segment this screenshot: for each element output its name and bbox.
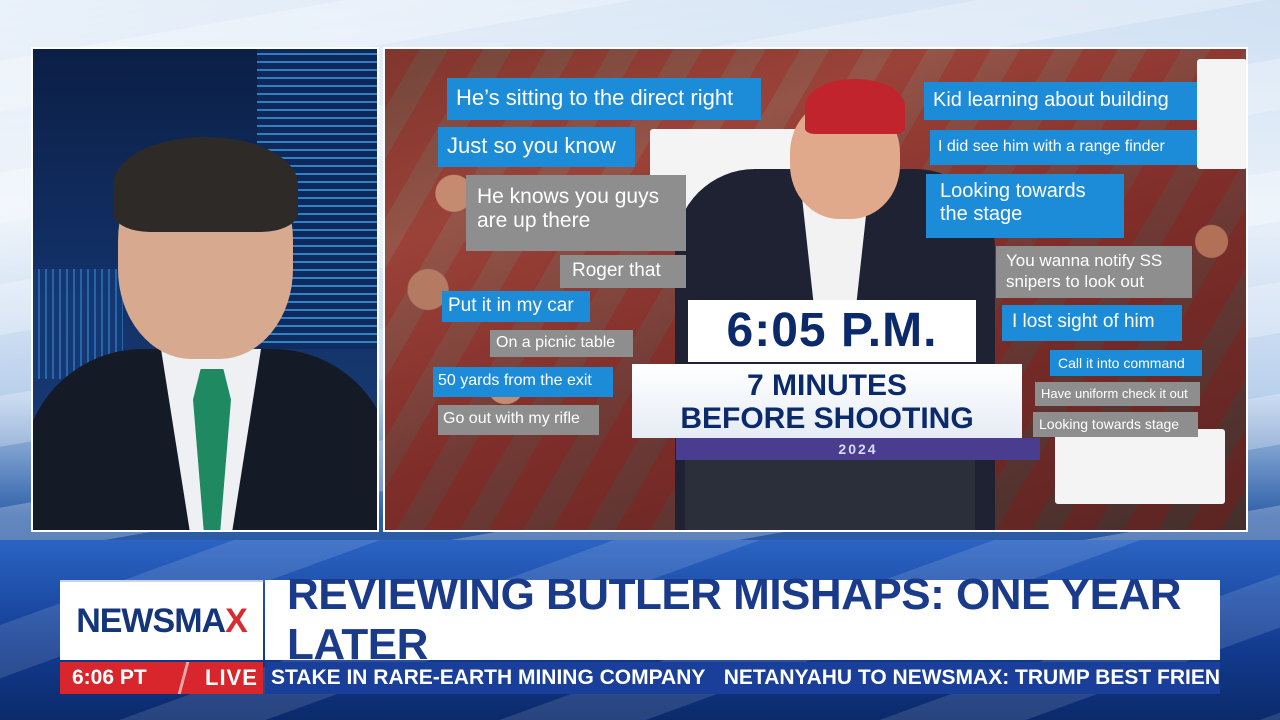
countdown-label: 7 MINUTES BEFORE SHOOTING [632, 364, 1022, 438]
chat-bubble: I did see him with a range finder [930, 130, 1197, 165]
chat-bubble: Have uniform check it out [1035, 382, 1200, 406]
protest-sign-corner [1197, 59, 1246, 169]
news-ticker: STAKE IN RARE-EARTH MINING COMPANY NETAN… [265, 662, 1220, 694]
live-badge: LIVE [205, 665, 258, 690]
anchor-video-panel [31, 47, 379, 532]
ticker-item: NETANYAHU TO NEWSMAX: TRUMP BEST FRIEN [723, 666, 1220, 689]
ticker-item: STAKE IN RARE-EARTH MINING COMPANY [271, 666, 706, 689]
chat-bubble: You wanna notify SS snipers to look out [996, 246, 1192, 298]
news-anchor [33, 49, 377, 530]
chat-bubble: Go out with my rifle [438, 405, 599, 435]
chat-bubble: Looking towards stage [1033, 412, 1198, 437]
newsmax-logo: NEWSMAX [60, 580, 263, 660]
headline-text: REVIEWING BUTLER MISHAPS: ONE YEAR LATER [287, 570, 1182, 669]
chat-bubble: Put it in my car [442, 291, 590, 322]
chat-bubble: Roger that [560, 255, 686, 288]
protest-sign-right [1055, 429, 1225, 504]
red-cap [805, 79, 905, 134]
chat-bubble: Looking towards the stage [926, 174, 1124, 238]
year-label: 2024 [676, 438, 1040, 460]
chat-bubble: He knows you guys are up there [466, 175, 686, 251]
countdown-line-1: 7 MINUTES [746, 369, 908, 402]
chat-bubble: Call it into command [1050, 350, 1202, 376]
chat-bubble: Just so you know [438, 127, 635, 167]
chat-bubble: Kid learning about building [924, 82, 1197, 120]
clock-label: 6:06 PT [72, 666, 147, 689]
time-live-strip: 6:06 PT LIVE [60, 662, 263, 694]
logo-text: NEWSMAX [76, 601, 248, 640]
headline-bar: REVIEWING BUTLER MISHAPS: ONE YEAR LATER [265, 570, 1220, 669]
chat-bubble: 50 yards from the exit [433, 367, 613, 397]
chat-bubble: I lost sight of him [1002, 305, 1182, 341]
chat-bubble: He’s sitting to the direct right [447, 78, 761, 120]
chat-bubble: On a picnic table [490, 330, 633, 357]
countdown-line-2: BEFORE SHOOTING [680, 402, 974, 435]
time-label: 6:05 P.M. [688, 300, 976, 362]
podium [685, 449, 975, 530]
